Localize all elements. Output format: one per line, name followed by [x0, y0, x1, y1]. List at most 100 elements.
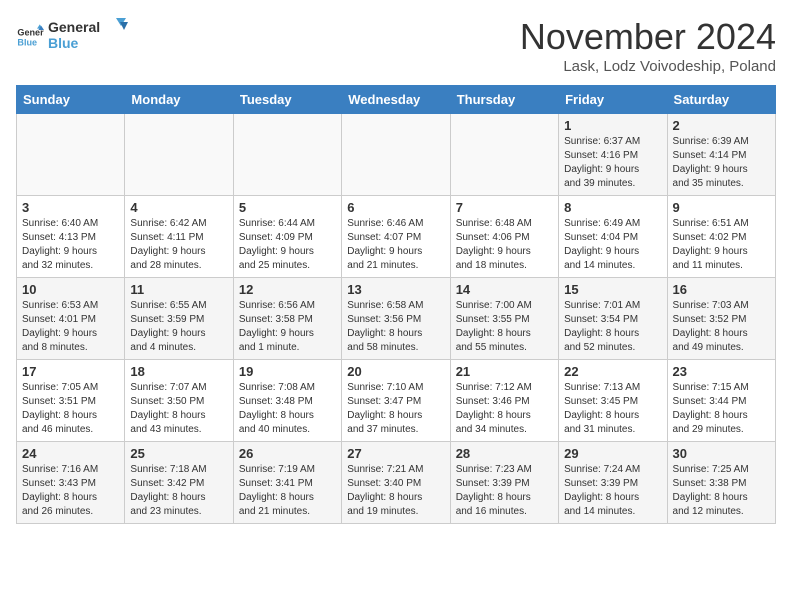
- day-info: Sunrise: 6:58 AM Sunset: 3:56 PM Dayligh…: [347, 299, 444, 355]
- calendar-day-cell: 8Sunrise: 6:49 AM Sunset: 4:04 PM Daylig…: [559, 196, 667, 278]
- calendar-week-row: 1 Sunrise: 6:37 AM Sunset: 4:16 PM Daylig…: [17, 114, 776, 196]
- day-number: 5: [239, 200, 336, 215]
- day-number: 11: [130, 282, 227, 297]
- day-info: Sunrise: 7:01 AM Sunset: 3:54 PM Dayligh…: [564, 299, 661, 355]
- day-number: 9: [673, 200, 770, 215]
- day-info: Sunrise: 7:12 AM Sunset: 3:46 PM Dayligh…: [456, 381, 553, 437]
- day-info: Sunrise: 6:56 AM Sunset: 3:58 PM Dayligh…: [239, 299, 336, 355]
- weekday-header-row: SundayMondayTuesdayWednesdayThursdayFrid…: [17, 86, 776, 114]
- day-number: 23: [673, 364, 770, 379]
- weekday-header-cell: Sunday: [17, 86, 125, 114]
- header: General Blue General Blue November 2024 …: [16, 16, 776, 75]
- calendar-day-cell: 14 Sunrise: 7:00 AM Sunset: 3:55 PM Dayli…: [450, 278, 558, 360]
- day-number: 21: [456, 364, 553, 379]
- day-number: 10: [22, 282, 119, 297]
- day-info: Sunrise: 7:07 AM Sunset: 3:50 PM Dayligh…: [130, 381, 227, 437]
- day-info: Sunrise: 7:18 AM Sunset: 3:42 PM Dayligh…: [130, 463, 227, 519]
- day-info: Sunrise: 7:15 AM Sunset: 3:44 PM Dayligh…: [673, 381, 770, 437]
- day-number: 19: [239, 364, 336, 379]
- calendar-day-cell: [125, 114, 233, 196]
- calendar-day-cell: 17 Sunrise: 7:05 AM Sunset: 3:51 PM Dayli…: [17, 360, 125, 442]
- day-info: Sunrise: 6:51 AM Sunset: 4:02 PM Dayligh…: [673, 217, 770, 273]
- title-area: November 2024 Lask, Lodz Voivodeship, Po…: [520, 16, 776, 75]
- day-info: Sunrise: 6:39 AM Sunset: 4:14 PM Dayligh…: [673, 135, 770, 191]
- day-number: 30: [673, 446, 770, 461]
- day-number: 28: [456, 446, 553, 461]
- calendar-day-cell: 26 Sunrise: 7:19 AM Sunset: 3:41 PM Dayli…: [233, 442, 341, 524]
- day-number: 14: [456, 282, 553, 297]
- day-info: Sunrise: 7:19 AM Sunset: 3:41 PM Dayligh…: [239, 463, 336, 519]
- svg-text:Blue: Blue: [48, 35, 79, 51]
- calendar-day-cell: 21 Sunrise: 7:12 AM Sunset: 3:46 PM Dayli…: [450, 360, 558, 442]
- calendar-day-cell: 1 Sunrise: 6:37 AM Sunset: 4:16 PM Daylig…: [559, 114, 667, 196]
- day-info: Sunrise: 6:44 AM Sunset: 4:09 PM Dayligh…: [239, 217, 336, 273]
- day-info: Sunrise: 7:00 AM Sunset: 3:55 PM Dayligh…: [456, 299, 553, 355]
- weekday-header-cell: Monday: [125, 86, 233, 114]
- logo-icon: General Blue: [16, 23, 44, 51]
- calendar-day-cell: 20Sunrise: 7:10 AM Sunset: 3:47 PM Dayli…: [342, 360, 450, 442]
- calendar-day-cell: 2Sunrise: 6:39 AM Sunset: 4:14 PM Daylig…: [667, 114, 775, 196]
- calendar-day-cell: 6 Sunrise: 6:46 AM Sunset: 4:07 PM Daylig…: [342, 196, 450, 278]
- location-subtitle: Lask, Lodz Voivodeship, Poland: [520, 58, 776, 75]
- month-year-title: November 2024: [520, 16, 776, 58]
- calendar-day-cell: 23 Sunrise: 7:15 AM Sunset: 3:44 PM Dayli…: [667, 360, 775, 442]
- day-info: Sunrise: 7:25 AM Sunset: 3:38 PM Dayligh…: [673, 463, 770, 519]
- svg-text:General: General: [48, 19, 100, 35]
- weekday-header-cell: Wednesday: [342, 86, 450, 114]
- day-info: Sunrise: 6:42 AM Sunset: 4:11 PM Dayligh…: [130, 217, 227, 273]
- calendar-day-cell: 22 Sunrise: 7:13 AM Sunset: 3:45 PM Dayli…: [559, 360, 667, 442]
- calendar-day-cell: 27 Sunrise: 7:21 AM Sunset: 3:40 PM Dayli…: [342, 442, 450, 524]
- day-info: Sunrise: 7:13 AM Sunset: 3:45 PM Dayligh…: [564, 381, 661, 437]
- day-info: Sunrise: 7:24 AM Sunset: 3:39 PM Dayligh…: [564, 463, 661, 519]
- day-number: 7: [456, 200, 553, 215]
- day-number: 4: [130, 200, 227, 215]
- weekday-header-cell: Thursday: [450, 86, 558, 114]
- calendar-day-cell: 11Sunrise: 6:55 AM Sunset: 3:59 PM Dayli…: [125, 278, 233, 360]
- day-number: 25: [130, 446, 227, 461]
- calendar-day-cell: 5 Sunrise: 6:44 AM Sunset: 4:09 PM Daylig…: [233, 196, 341, 278]
- day-number: 16: [673, 282, 770, 297]
- day-number: 6: [347, 200, 444, 215]
- day-number: 20: [347, 364, 444, 379]
- day-number: 29: [564, 446, 661, 461]
- day-info: Sunrise: 7:23 AM Sunset: 3:39 PM Dayligh…: [456, 463, 553, 519]
- day-info: Sunrise: 6:48 AM Sunset: 4:06 PM Dayligh…: [456, 217, 553, 273]
- weekday-header-cell: Saturday: [667, 86, 775, 114]
- calendar-day-cell: 30 Sunrise: 7:25 AM Sunset: 3:38 PM Dayli…: [667, 442, 775, 524]
- day-number: 22: [564, 364, 661, 379]
- weekday-header-cell: Tuesday: [233, 86, 341, 114]
- calendar-table: SundayMondayTuesdayWednesdayThursdayFrid…: [16, 85, 776, 524]
- day-info: Sunrise: 7:08 AM Sunset: 3:48 PM Dayligh…: [239, 381, 336, 437]
- day-number: 3: [22, 200, 119, 215]
- calendar-day-cell: 28 Sunrise: 7:23 AM Sunset: 3:39 PM Dayli…: [450, 442, 558, 524]
- calendar-day-cell: 29 Sunrise: 7:24 AM Sunset: 3:39 PM Dayli…: [559, 442, 667, 524]
- calendar-day-cell: 4 Sunrise: 6:42 AM Sunset: 4:11 PM Daylig…: [125, 196, 233, 278]
- weekday-header-cell: Friday: [559, 86, 667, 114]
- calendar-day-cell: [450, 114, 558, 196]
- day-info: Sunrise: 7:03 AM Sunset: 3:52 PM Dayligh…: [673, 299, 770, 355]
- day-number: 17: [22, 364, 119, 379]
- calendar-week-row: 3Sunrise: 6:40 AM Sunset: 4:13 PM Daylig…: [17, 196, 776, 278]
- day-number: 24: [22, 446, 119, 461]
- calendar-day-cell: 3Sunrise: 6:40 AM Sunset: 4:13 PM Daylig…: [17, 196, 125, 278]
- day-info: Sunrise: 6:49 AM Sunset: 4:04 PM Dayligh…: [564, 217, 661, 273]
- day-info: Sunrise: 6:37 AM Sunset: 4:16 PM Dayligh…: [564, 135, 661, 191]
- day-info: Sunrise: 7:16 AM Sunset: 3:43 PM Dayligh…: [22, 463, 119, 519]
- day-info: Sunrise: 7:21 AM Sunset: 3:40 PM Dayligh…: [347, 463, 444, 519]
- day-info: Sunrise: 7:05 AM Sunset: 3:51 PM Dayligh…: [22, 381, 119, 437]
- calendar-day-cell: 9 Sunrise: 6:51 AM Sunset: 4:02 PM Daylig…: [667, 196, 775, 278]
- calendar-week-row: 10Sunrise: 6:53 AM Sunset: 4:01 PM Dayli…: [17, 278, 776, 360]
- calendar-day-cell: 16 Sunrise: 7:03 AM Sunset: 3:52 PM Dayli…: [667, 278, 775, 360]
- calendar-day-cell: 19 Sunrise: 7:08 AM Sunset: 3:48 PM Dayli…: [233, 360, 341, 442]
- calendar-body: 1 Sunrise: 6:37 AM Sunset: 4:16 PM Daylig…: [17, 114, 776, 524]
- day-number: 26: [239, 446, 336, 461]
- calendar-week-row: 24 Sunrise: 7:16 AM Sunset: 3:43 PM Dayli…: [17, 442, 776, 524]
- day-number: 1: [564, 118, 661, 133]
- logo-area: General Blue General Blue: [16, 16, 128, 57]
- day-number: 27: [347, 446, 444, 461]
- calendar-day-cell: [342, 114, 450, 196]
- calendar-day-cell: 24 Sunrise: 7:16 AM Sunset: 3:43 PM Dayli…: [17, 442, 125, 524]
- day-number: 13: [347, 282, 444, 297]
- day-info: Sunrise: 6:46 AM Sunset: 4:07 PM Dayligh…: [347, 217, 444, 273]
- calendar-day-cell: 25 Sunrise: 7:18 AM Sunset: 3:42 PM Dayli…: [125, 442, 233, 524]
